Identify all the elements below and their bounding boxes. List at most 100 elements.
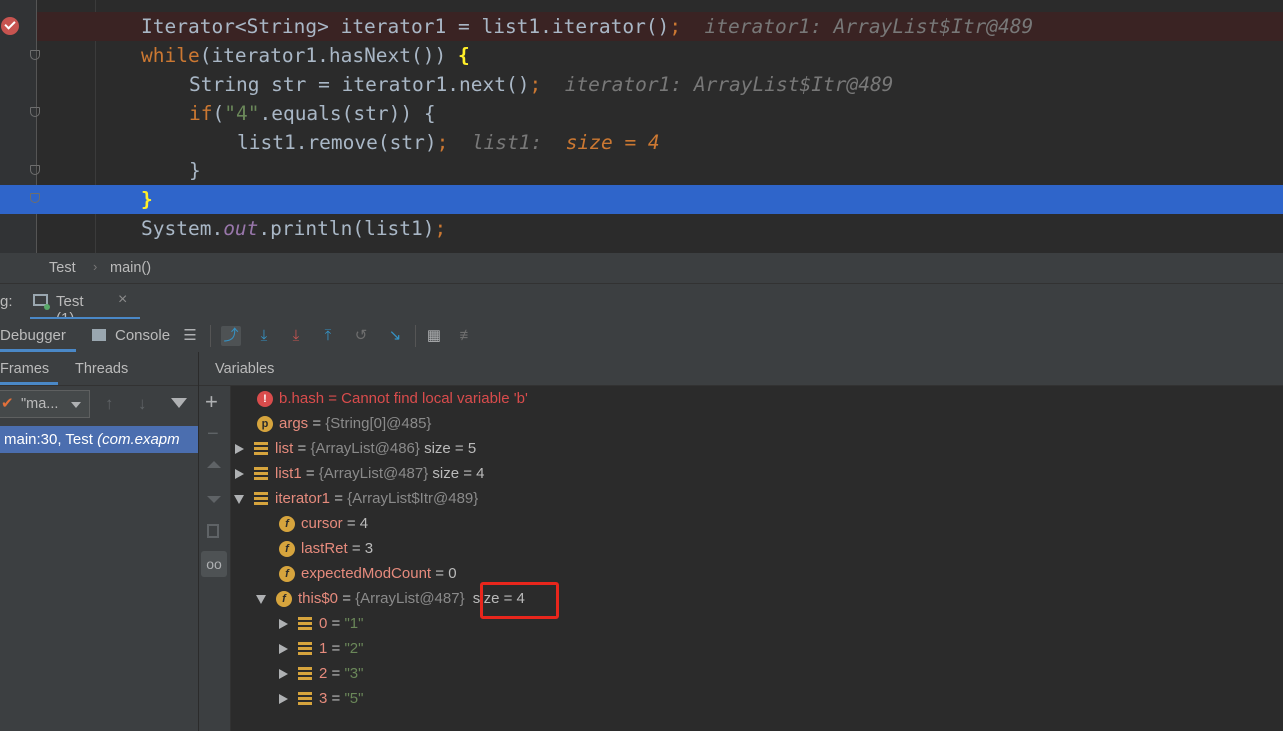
var-value: {ArrayList@487} — [318, 465, 429, 482]
arrow-down-icon[interactable]: ↓ — [138, 394, 147, 414]
evaluate-expression-icon[interactable]: ▦ — [424, 326, 444, 346]
expand-arrow-icon[interactable] — [279, 619, 288, 630]
frames-tab-underline — [0, 382, 58, 385]
trace-icon[interactable]: ≢ — [457, 326, 477, 346]
var-item-row[interactable]: 2 = "3" — [279, 661, 363, 686]
var-list-row[interactable]: list = {ArrayList@486} size = 5 — [235, 436, 476, 461]
variables-title: Variables — [215, 361, 275, 377]
var-lastret-row[interactable]: f lastRet = 3 — [279, 536, 373, 561]
code-line[interactable]: } — [0, 185, 1283, 214]
code-token: while — [141, 44, 200, 67]
code-text: String str = iterator1.next(); iterator1… — [189, 70, 893, 99]
tab-threads[interactable]: Threads — [75, 361, 128, 377]
var-eq: = — [431, 565, 449, 582]
code-token: } — [189, 159, 201, 182]
fold-marker-icon[interactable] — [30, 193, 40, 203]
var-name: list1 — [275, 465, 302, 482]
expand-arrow-icon[interactable] — [235, 469, 244, 480]
var-item-row[interactable]: 0 = "1" — [279, 611, 363, 636]
tab-debugger[interactable]: Debugger — [0, 327, 66, 344]
var-expectedmodcount-row[interactable]: f expectedModCount = 0 — [279, 561, 457, 586]
breakpoint-icon[interactable] — [1, 17, 19, 35]
step-out-icon[interactable]: ⤒ — [318, 326, 338, 346]
expand-arrow-icon[interactable] — [279, 644, 288, 655]
code-editor[interactable]: Iterator<String> iterator1 = list1.itera… — [0, 0, 1283, 253]
var-value: {ArrayList$Itr@489} — [347, 490, 479, 507]
var-name: b.hash — [279, 390, 325, 407]
var-iterator1-row[interactable]: iterator1 = {ArrayList$Itr@489} — [234, 486, 478, 511]
code-token: ; — [529, 73, 542, 96]
expand-arrow-icon[interactable] — [279, 694, 288, 705]
var-value: "2" — [344, 640, 364, 657]
code-text: } — [141, 185, 153, 214]
tab-frames[interactable]: Frames — [0, 361, 49, 377]
var-eq: = — [338, 590, 356, 607]
list-variable-icon — [254, 467, 268, 482]
arrow-up-icon[interactable]: ↑ — [105, 394, 114, 414]
step-over-icon[interactable]: ⤓ — [254, 326, 274, 346]
code-line[interactable]: Iterator<String> iterator1 = list1.itera… — [37, 12, 1283, 41]
move-up-icon[interactable] — [207, 461, 221, 468]
code-token: ( — [212, 102, 225, 125]
thread-selector[interactable]: ✔ "ma... — [0, 390, 90, 418]
fold-marker-icon[interactable] — [30, 50, 40, 60]
frame-row[interactable]: main:30, Test (com.exapm — [0, 426, 198, 453]
filter-icon[interactable] — [171, 398, 187, 408]
remove-watch-icon[interactable]: − — [207, 423, 219, 446]
highlight-annotation-box — [480, 582, 559, 619]
collapse-arrow-icon[interactable] — [256, 594, 266, 604]
code-line[interactable]: list1.remove(str); list1: size = 4 — [37, 128, 1283, 157]
list-variable-icon — [254, 442, 268, 457]
editor-gutter[interactable] — [0, 0, 36, 253]
expand-arrow-icon[interactable] — [279, 669, 288, 680]
fold-marker-icon[interactable] — [30, 165, 40, 175]
var-value: 4 — [359, 515, 369, 532]
code-token: "4" — [224, 102, 260, 125]
code-line[interactable]: String str = iterator1.next(); iterator1… — [37, 70, 1283, 99]
expand-arrow-icon[interactable] — [235, 444, 244, 455]
code-line[interactable]: while(iterator1.hasNext()) { — [37, 41, 1283, 70]
var-error-row[interactable]: ! b.hash = Cannot find local variable 'b' — [257, 386, 528, 411]
fold-marker-icon[interactable] — [30, 107, 40, 117]
var-args-row[interactable]: p args = {String[0]@485} — [257, 411, 431, 436]
move-down-icon[interactable] — [207, 496, 221, 503]
show-execution-point-icon[interactable]: ⤴ — [221, 326, 241, 346]
code-line[interactable]: } — [37, 156, 1283, 185]
var-list1-row[interactable]: list1 = {ArrayList@487} size = 4 — [235, 461, 485, 486]
var-name: expectedModCount — [301, 565, 432, 582]
layout-menu-icon[interactable]: ☰ — [180, 326, 200, 346]
var-name: lastRet — [301, 540, 348, 557]
toolwindow-title: g: — [0, 293, 13, 310]
var-extra: size = 5 — [419, 440, 477, 457]
frame-location: main:30, Test — [4, 431, 93, 448]
var-value: {String[0]@485} — [325, 415, 432, 432]
copy-icon[interactable] — [207, 524, 219, 538]
step-into-icon[interactable]: ⤓ — [286, 326, 306, 346]
var-cursor-row[interactable]: f cursor = 4 — [279, 511, 368, 536]
code-line[interactable]: System.out.println(list1); — [37, 214, 1283, 243]
tab-console[interactable]: Console — [115, 327, 170, 344]
separator — [210, 325, 211, 347]
run-to-cursor-icon[interactable]: ↘ — [385, 326, 405, 346]
var-item-row[interactable]: 1 = "2" — [279, 636, 363, 661]
frames-toolbar: ✔ "ma... ↑ ↓ — [0, 386, 198, 426]
breadcrumb-method[interactable]: main() — [110, 260, 151, 276]
var-value: "5" — [344, 690, 364, 707]
breadcrumb-class[interactable]: Test — [49, 260, 76, 276]
code-token: Iterator<String> iterator1 = list1.itera… — [141, 15, 670, 38]
drop-frame-icon[interactable]: ↺ — [351, 326, 371, 346]
tab-test-1[interactable]: Test (1) × — [30, 284, 127, 327]
var-item-row[interactable]: 3 = "5" — [279, 686, 363, 711]
debug-toolwindow-header: g: Test (1) × — [0, 283, 1283, 327]
close-icon[interactable]: × — [118, 291, 127, 309]
collapse-arrow-icon[interactable] — [234, 494, 244, 504]
var-extra: size = 4 — [428, 465, 485, 482]
field-icon: f — [279, 516, 295, 533]
chevron-right-icon: › — [93, 259, 98, 274]
frames-header: Frames Threads — [0, 352, 198, 386]
watches-glasses-icon[interactable]: oo — [201, 551, 227, 577]
var-eq: = — [308, 415, 326, 432]
frame-package: (com.exapm — [97, 431, 180, 448]
add-watch-icon[interactable]: + — [205, 390, 218, 414]
code-line[interactable]: if("4".equals(str)) { — [37, 99, 1283, 128]
